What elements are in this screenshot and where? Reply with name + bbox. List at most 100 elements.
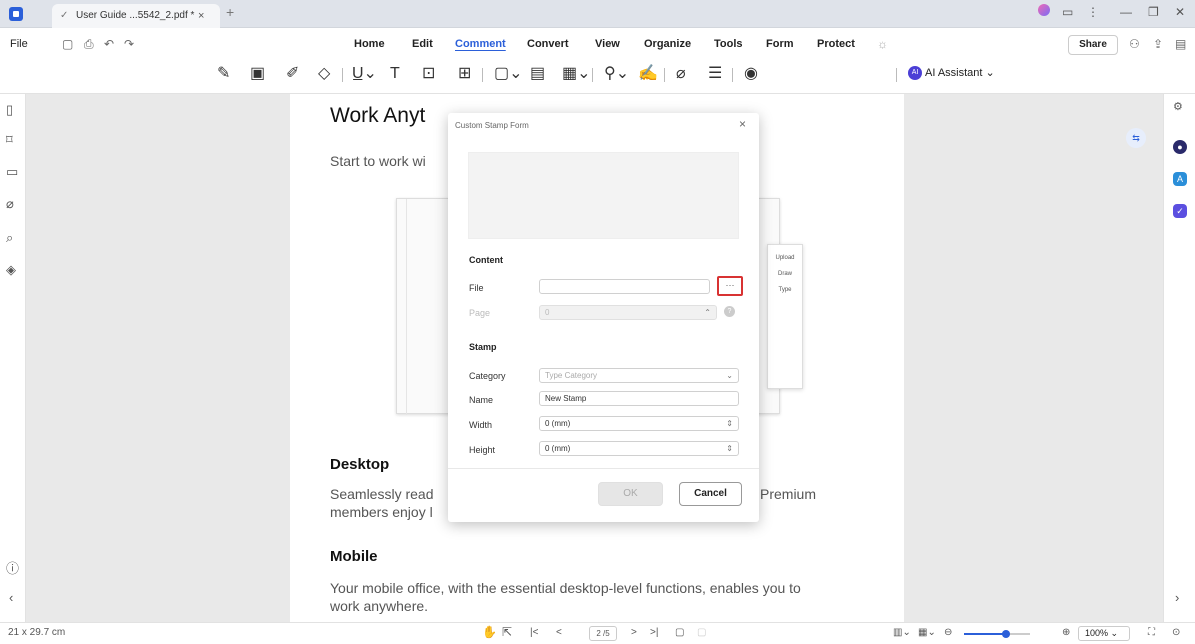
zoom-out-icon[interactable]: ⊖ xyxy=(944,627,952,638)
tips-icon[interactable]: ☼ xyxy=(877,37,888,51)
message-icon[interactable]: ▭ xyxy=(1062,5,1073,19)
tab-title: User Guide ...5542_2.pdf * xyxy=(76,10,195,21)
width-stepper-icon[interactable]: ⇕ xyxy=(726,417,733,430)
attachment-panel-icon[interactable]: ⌀ xyxy=(6,196,14,212)
restore-button[interactable]: ❐ xyxy=(1148,5,1159,19)
menu-edit[interactable]: Edit xyxy=(412,38,433,50)
app-logo-icon xyxy=(9,7,23,21)
dialog-close-button[interactable]: × xyxy=(739,117,746,131)
desktop-text-line2: members enjoy l xyxy=(330,504,433,520)
page-indicator[interactable]: 2 /5 xyxy=(589,626,617,641)
stamp-heading: Stamp xyxy=(469,342,497,352)
collapse-right-icon[interactable]: › xyxy=(1175,590,1179,605)
category-select[interactable]: Type Category ⌄ xyxy=(539,368,739,383)
ai-assistant-button[interactable]: AI AI Assistant ⌄ xyxy=(908,66,995,81)
save-icon[interactable]: ▢ xyxy=(62,37,73,51)
help-icon[interactable]: ⓘ xyxy=(6,558,19,577)
content-heading: Content xyxy=(469,255,503,265)
name-input[interactable]: New Stamp xyxy=(539,391,739,406)
previous-page-icon[interactable]: < xyxy=(556,627,562,638)
thumbnail-icon[interactable]: ▯ xyxy=(6,102,13,118)
account-icon[interactable]: ⚇ xyxy=(1129,37,1140,51)
fullscreen-icon[interactable]: ⛶ xyxy=(1148,627,1155,638)
new-tab-button[interactable]: + xyxy=(226,4,234,20)
height-stepper-icon[interactable]: ⇕ xyxy=(726,442,733,455)
mobile-text-line2: work anywhere. xyxy=(330,598,429,614)
layers-icon[interactable]: ◈ xyxy=(6,262,16,278)
comment-panel-icon[interactable]: ▭ xyxy=(6,164,18,180)
document-tab[interactable]: ✓ User Guide ...5542_2.pdf * × xyxy=(52,4,220,28)
browse-file-button[interactable]: ··· xyxy=(717,276,743,296)
highlight-icon[interactable]: ✎ xyxy=(217,64,230,84)
view-mode-icon[interactable]: ▦⌄ xyxy=(918,627,936,638)
zoom-select[interactable]: 100% ⌄ xyxy=(1078,626,1130,641)
ok-button[interactable]: OK xyxy=(598,482,663,506)
comment-list-icon[interactable]: ☰ xyxy=(708,64,722,84)
menu-file[interactable]: File xyxy=(10,38,28,50)
category-label: Category xyxy=(469,371,506,381)
height-input[interactable]: 0 (mm) ⇕ xyxy=(539,441,739,456)
cancel-button[interactable]: Cancel xyxy=(679,482,742,506)
more-icon[interactable]: ⋮ xyxy=(1087,5,1099,19)
menu-protect[interactable]: Protect xyxy=(817,38,855,50)
select-tool-icon[interactable]: ⇱ xyxy=(502,625,512,639)
hand-tool-icon[interactable]: ✋ xyxy=(482,625,497,639)
bookmark-panel-icon[interactable]: ⌑ xyxy=(6,132,13,148)
ai-badge-icon: AI xyxy=(908,66,922,81)
textbox-icon[interactable]: ⊡ xyxy=(422,64,435,84)
zoom-in-icon[interactable]: ⊕ xyxy=(1062,627,1070,638)
print-icon[interactable]: ⎙ xyxy=(84,37,94,52)
undo-icon[interactable]: ↶ xyxy=(104,37,114,51)
note-icon[interactable]: ▤ xyxy=(530,64,545,84)
underline-icon[interactable]: U̲⌄ xyxy=(352,64,377,84)
next-page-icon[interactable]: > xyxy=(631,627,637,638)
width-label: Width xyxy=(469,420,493,430)
callout-icon[interactable]: ⊞ xyxy=(458,64,471,84)
first-page-icon[interactable]: |< xyxy=(530,627,538,638)
last-page-icon[interactable]: >| xyxy=(650,627,658,638)
menu-home[interactable]: Home xyxy=(354,38,385,50)
file-field[interactable] xyxy=(539,279,710,294)
help-icon[interactable]: ? xyxy=(724,306,735,317)
preview-stamp-panel: Upload Draw Type xyxy=(767,244,803,389)
redo-icon[interactable]: ↷ xyxy=(124,37,134,51)
fit-page-icon[interactable]: ▢ xyxy=(675,627,684,638)
menu-form[interactable]: Form xyxy=(766,38,794,50)
settings-icon[interactable]: ⊙ xyxy=(1172,627,1180,638)
menu-comment[interactable]: Comment xyxy=(455,38,506,50)
ai-chat-icon[interactable]: ● xyxy=(1173,140,1187,154)
area-highlight-icon[interactable]: ▣ xyxy=(250,64,265,84)
zoom-slider[interactable] xyxy=(964,630,1030,638)
stamp-icon[interactable]: ⚲⌄ xyxy=(604,64,629,84)
menu-convert[interactable]: Convert xyxy=(527,38,569,50)
signature-icon[interactable]: ✍ xyxy=(638,64,658,84)
check-icon[interactable]: ✓ xyxy=(1173,204,1187,218)
heading-text: Work Anyt xyxy=(330,104,426,127)
shape-icon[interactable]: ▢⌄ xyxy=(494,64,523,84)
text-icon[interactable]: T xyxy=(390,64,400,84)
close-window-button[interactable]: ✕ xyxy=(1175,5,1185,19)
share-button[interactable]: Share xyxy=(1068,35,1118,55)
menu-organize[interactable]: Organize xyxy=(644,38,691,50)
page-layout-icon[interactable]: ▥⌄ xyxy=(893,627,911,638)
attachment-icon[interactable]: ⌀ xyxy=(676,64,686,84)
cloud-upload-icon[interactable]: ⇪ xyxy=(1153,37,1163,51)
measure-icon[interactable]: ▦⌄ xyxy=(562,64,591,84)
minimize-button[interactable]: — xyxy=(1120,5,1132,19)
page-size: 21 x 29.7 cm xyxy=(8,627,66,638)
ai-orb-icon[interactable] xyxy=(1038,4,1050,16)
eraser-icon[interactable]: ◇ xyxy=(318,64,330,84)
show-hide-icon[interactable]: ◉ xyxy=(744,64,758,84)
menu-view[interactable]: View xyxy=(595,38,620,50)
menu-tools[interactable]: Tools xyxy=(714,38,743,50)
ai-assistant-label: AI Assistant xyxy=(925,67,983,79)
properties-icon[interactable]: ⚙ xyxy=(1173,100,1183,113)
search-icon[interactable]: ⌕ xyxy=(6,230,13,246)
tab-close-button[interactable]: × xyxy=(198,4,204,28)
width-input[interactable]: 0 (mm) ⇕ xyxy=(539,416,739,431)
collapse-left-icon[interactable]: ‹ xyxy=(9,590,13,605)
panel-icon[interactable]: ▤ xyxy=(1175,37,1186,51)
pencil-icon[interactable]: ✐ xyxy=(286,64,299,84)
translate-icon[interactable]: A xyxy=(1173,172,1187,186)
translate-floating-icon[interactable]: ⇆ xyxy=(1126,128,1146,148)
